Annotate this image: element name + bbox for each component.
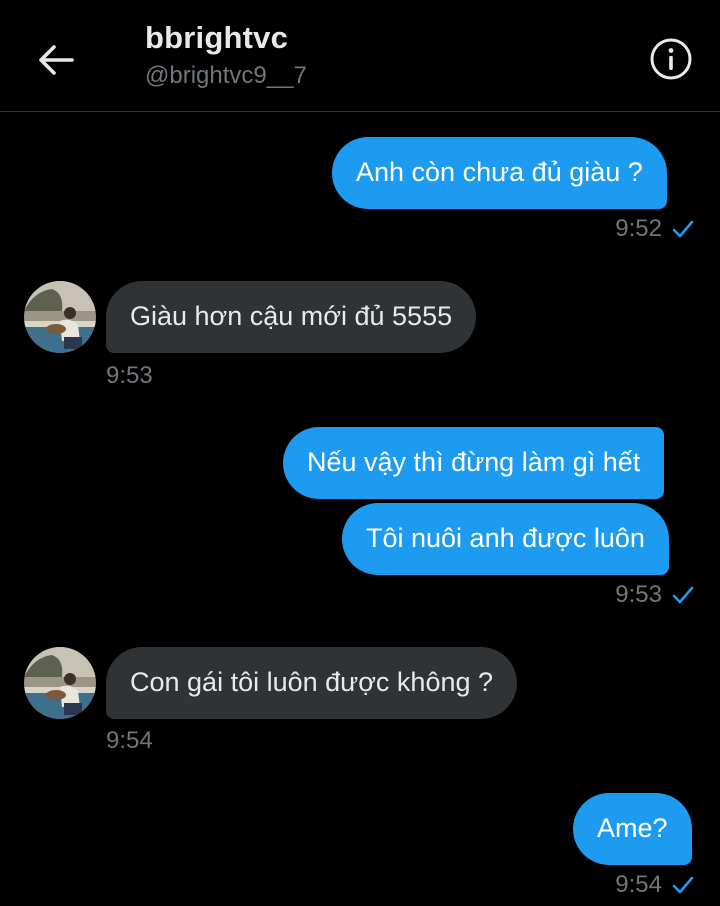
message-bubble-received[interactable]: Giàu hơn cậu mới đủ 5555: [106, 281, 477, 353]
contact-handle: @brightvc9__7: [145, 62, 307, 89]
message-meta: 9:53: [615, 581, 694, 609]
message-meta: 9:54: [106, 727, 153, 755]
contact-avatar[interactable]: [24, 647, 96, 719]
info-icon: [650, 38, 692, 80]
message-text: Con gái tôi luôn được không ?: [130, 667, 494, 698]
conversation-header: bbrightvc @brightvc9__7: [0, 0, 720, 112]
message-text: Giàu hơn cậu mới đủ 5555: [130, 301, 453, 332]
message-text: Anh còn chưa đủ giàu ?: [356, 157, 643, 188]
checkmark-icon: [672, 875, 694, 895]
message-text: Nếu vậy thì đừng làm gì hết: [307, 447, 641, 478]
message-bubble-received[interactable]: Con gái tôi luôn được không ?: [106, 647, 518, 719]
message-meta: 9:54: [615, 871, 694, 899]
message-bubble-sent[interactable]: Nếu vậy thì đừng làm gì hết: [283, 427, 665, 499]
back-button[interactable]: [34, 38, 78, 82]
message-bubble-sent[interactable]: Anh còn chưa đủ giàu ?: [332, 137, 667, 209]
message-text: Ame?: [597, 813, 668, 844]
message-meta: 9:53: [106, 362, 153, 390]
contact-name: bbrightvc: [145, 20, 289, 55]
conversation-title-block[interactable]: bbrightvc @brightvc9__7: [145, 20, 307, 90]
message-text: Tôi nuôi anh được luôn: [366, 523, 645, 554]
message-timestamp: 9:53: [106, 362, 153, 389]
contact-avatar[interactable]: [24, 281, 96, 353]
checkmark-icon: [672, 585, 694, 605]
message-timestamp: 9:54: [106, 727, 153, 754]
message-bubble-sent[interactable]: Ame?: [573, 793, 692, 865]
checkmark-icon: [672, 219, 694, 239]
message-timestamp: 9:52: [615, 215, 662, 242]
message-meta: 9:52: [615, 215, 694, 243]
message-timestamp: 9:54: [615, 871, 662, 898]
conversation-info-button[interactable]: [648, 36, 694, 82]
arrow-left-icon: [39, 45, 74, 75]
message-bubble-sent[interactable]: Tôi nuôi anh được luôn: [342, 503, 669, 575]
message-timestamp: 9:53: [615, 581, 662, 608]
